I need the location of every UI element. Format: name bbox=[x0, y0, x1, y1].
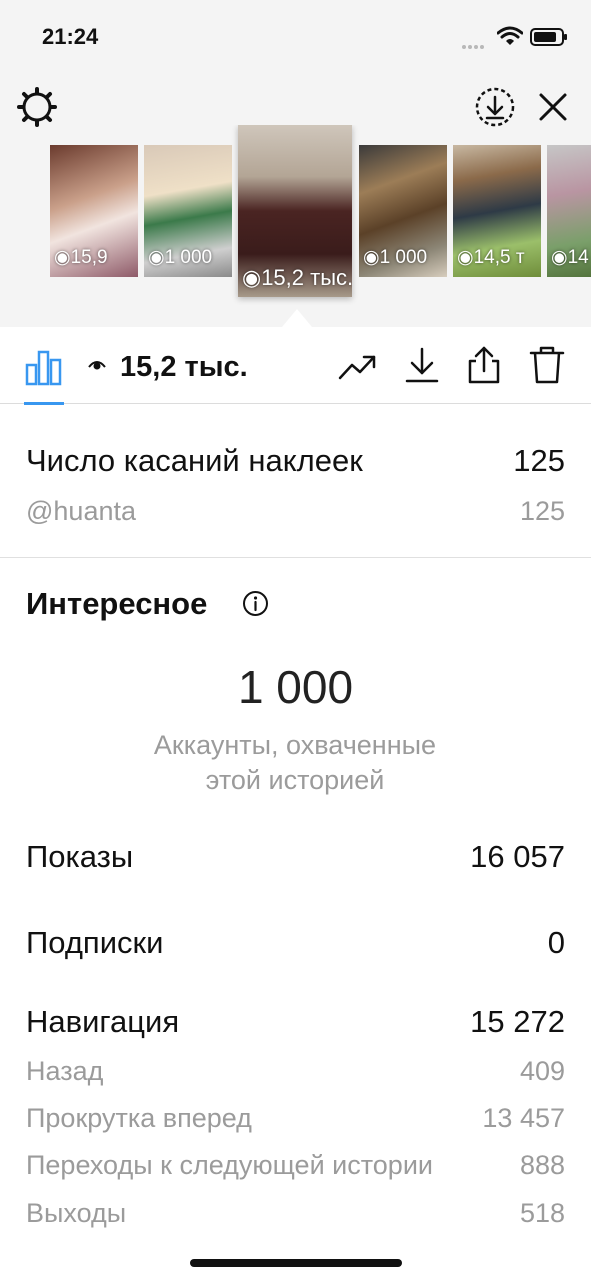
navigation-value: 15 272 bbox=[470, 1004, 565, 1039]
download-icon[interactable] bbox=[402, 345, 442, 385]
exits-label: Выходы bbox=[26, 1198, 127, 1228]
signal-icon bbox=[462, 36, 492, 49]
back-row: Назад 409 bbox=[26, 1056, 565, 1087]
story-views: ◉15,9 bbox=[54, 247, 108, 268]
story-thumbnail[interactable]: ◉15,9 bbox=[50, 145, 138, 277]
download-circle-icon[interactable] bbox=[474, 86, 516, 128]
navigation-label: Навигация bbox=[26, 1004, 180, 1039]
close-icon[interactable] bbox=[534, 88, 572, 126]
settings-gear-icon[interactable] bbox=[16, 86, 58, 128]
selected-pointer bbox=[282, 309, 312, 327]
follows-value: 0 bbox=[547, 925, 565, 960]
story-views: ◉1 000 bbox=[363, 247, 428, 268]
forward-row: Прокрутка вперед 13 457 bbox=[26, 1103, 565, 1134]
reach-caption-line1: Аккаунты, охваченные bbox=[153, 730, 437, 760]
trending-up-icon[interactable] bbox=[338, 345, 378, 385]
story-thumbnail[interactable]: ◉1 000 bbox=[359, 145, 447, 277]
story-thumbnail[interactable]: ◉1 000 bbox=[144, 145, 232, 277]
forward-value: 13 457 bbox=[482, 1103, 565, 1133]
reach-caption-line2: этой историей bbox=[205, 765, 385, 795]
navigation-row: Навигация 15 272 bbox=[26, 1004, 565, 1040]
story-thumbnail-selected[interactable]: ◉15,2 тыс. bbox=[238, 125, 352, 297]
sticker-taps-row: Число касаний наклеек 125 bbox=[26, 443, 565, 479]
impressions-row: Показы 16 057 bbox=[26, 839, 565, 875]
insights-tab[interactable] bbox=[24, 347, 64, 405]
trash-icon[interactable] bbox=[527, 345, 567, 385]
story-thumbnail[interactable]: ◉14,5 т bbox=[453, 145, 541, 277]
reach-value: 1 000 bbox=[237, 661, 354, 713]
sticker-taps-value: 125 bbox=[513, 443, 565, 478]
next-story-value: 888 bbox=[519, 1150, 565, 1180]
info-icon[interactable] bbox=[242, 590, 269, 617]
story-thumbnail[interactable]: ◉14 bbox=[547, 145, 591, 277]
section-divider bbox=[0, 557, 591, 558]
battery-icon bbox=[530, 28, 567, 46]
back-label: Назад bbox=[26, 1056, 104, 1086]
sticker-taps-label: Число касаний наклеек bbox=[26, 443, 363, 478]
story-views: ◉1 000 bbox=[148, 247, 213, 268]
story-carousel-area: 21:24 ◉15,9 ◉1 000 ◉15,2 тыс. ◉1 000 ◉14… bbox=[0, 0, 591, 327]
next-story-label: Переходы к следующей истории bbox=[26, 1150, 433, 1180]
story-views: ◉15,2 тыс. bbox=[242, 265, 352, 290]
story-views: ◉14 bbox=[551, 247, 589, 268]
mention-row: @huanta 125 bbox=[26, 496, 565, 527]
back-value: 409 bbox=[519, 1056, 565, 1086]
home-indicator[interactable] bbox=[190, 1259, 402, 1267]
exits-value: 518 bbox=[519, 1198, 565, 1228]
follows-label: Подписки bbox=[26, 925, 164, 960]
status-time: 21:24 bbox=[42, 24, 99, 49]
mention-handle[interactable]: @huanta bbox=[26, 496, 136, 527]
impressions-value: 16 057 bbox=[470, 839, 565, 874]
tab-underline bbox=[24, 402, 64, 405]
story-toolbar: 15,2 тыс. bbox=[0, 327, 591, 405]
status-bar: 21:24 bbox=[0, 0, 591, 70]
forward-label: Прокрутка вперед bbox=[26, 1103, 252, 1133]
impressions-label: Показы bbox=[26, 839, 134, 874]
wifi-icon bbox=[497, 26, 523, 45]
follows-row: Подписки 0 bbox=[26, 925, 565, 961]
share-icon[interactable] bbox=[464, 345, 504, 385]
eye-icon bbox=[88, 361, 106, 370]
story-views: ◉14,5 т bbox=[457, 247, 525, 268]
next-story-row: Переходы к следующей истории 888 bbox=[26, 1150, 565, 1181]
mention-value: 125 bbox=[519, 496, 565, 526]
exits-row: Выходы 518 bbox=[26, 1198, 565, 1229]
bar-chart-icon bbox=[25, 350, 62, 386]
story-thumbnails: ◉15,9 ◉1 000 ◉15,2 тыс. ◉1 000 ◉14,5 т ◉… bbox=[0, 125, 591, 305]
reach-caption: Аккаунты, охваченные этой историей bbox=[95, 728, 495, 798]
views-count: 15,2 тыс. bbox=[120, 351, 248, 383]
discovery-title: Интересное bbox=[26, 586, 208, 621]
